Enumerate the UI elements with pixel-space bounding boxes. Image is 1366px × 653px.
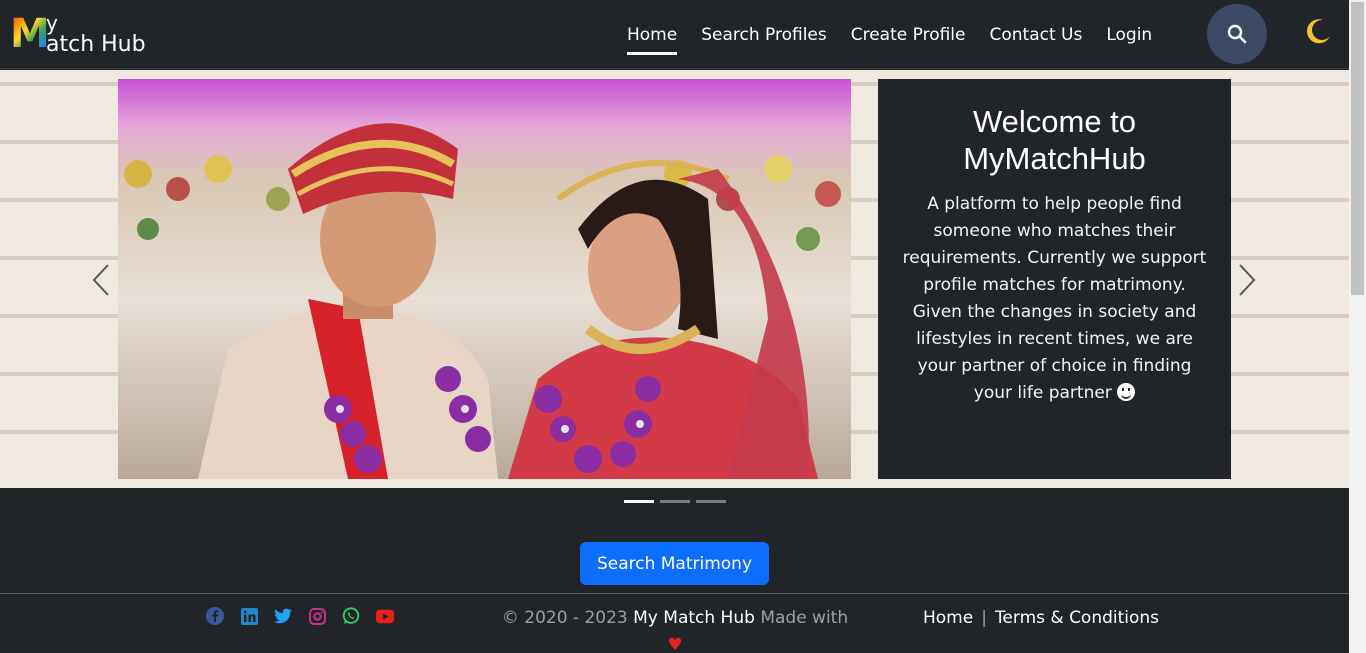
copyright-text: © 2020 - 2023 My Match Hub Made with ♥	[500, 605, 850, 653]
youtube-icon[interactable]	[376, 607, 394, 625]
heart-icon: ♥	[667, 635, 683, 653]
welcome-description: A platform to help people find someone w…	[900, 191, 1209, 407]
brand-logo-text: atch Hub	[46, 32, 146, 57]
chevron-left-icon	[92, 264, 109, 296]
search-matrimony-button[interactable]: Search Matrimony	[580, 542, 769, 585]
nav-create-profile[interactable]: Create Profile	[851, 21, 966, 49]
footer-link-separator: |	[981, 608, 987, 628]
copyright-years: © 2020 - 2023	[501, 608, 628, 628]
page-scrollbar-thumb[interactable]	[1351, 2, 1364, 295]
carousel-indicator-3[interactable]	[696, 500, 726, 503]
nav-login[interactable]: Login	[1106, 21, 1152, 49]
search-icon	[1227, 24, 1247, 44]
social-links	[206, 607, 394, 625]
carousel-indicator-2[interactable]	[660, 500, 690, 503]
welcome-title: Welcome to MyMatchHub	[963, 104, 1146, 176]
welcome-description-text: A platform to help people find someone w…	[902, 194, 1207, 403]
nav-home[interactable]: Home	[627, 21, 678, 55]
footer-link-home[interactable]: Home	[923, 605, 973, 632]
hero-wedding-image	[118, 79, 851, 479]
brand-logo-m: M	[10, 11, 50, 57]
instagram-icon[interactable]	[308, 607, 326, 625]
facebook-icon[interactable]	[206, 607, 224, 625]
twitter-icon[interactable]	[274, 607, 292, 625]
carousel-next-button[interactable]	[1232, 260, 1262, 300]
nav-contact-us[interactable]: Contact Us	[989, 21, 1082, 49]
brand-logo-y: y	[46, 11, 58, 35]
smiley-icon	[1117, 383, 1136, 401]
carousel-prev-button[interactable]	[86, 260, 116, 300]
carousel-indicators	[624, 500, 726, 503]
brand-logo[interactable]: M y atch Hub	[10, 12, 170, 58]
linkedin-icon[interactable]	[240, 607, 258, 625]
whatsapp-icon[interactable]	[342, 607, 360, 625]
nav-links: Home Search Profiles Create Profile Cont…	[627, 0, 1176, 69]
welcome-panel: Welcome to MyMatchHub A platform to help…	[878, 79, 1231, 479]
search-button[interactable]	[1207, 4, 1267, 64]
footer-links: Home | Terms & Conditions	[923, 605, 1159, 632]
carousel-indicator-1[interactable]	[624, 500, 654, 503]
footer-link-terms[interactable]: Terms & Conditions	[995, 605, 1159, 632]
chevron-right-icon	[1239, 264, 1256, 296]
footer: © 2020 - 2023 My Match Hub Made with ♥ H…	[0, 593, 1349, 653]
moon-icon[interactable]	[1303, 16, 1333, 54]
top-navbar: M y atch Hub Home Search Profiles Create…	[0, 0, 1349, 69]
footer-brand-name[interactable]: My Match Hub	[633, 608, 755, 628]
made-with-text: Made with	[760, 608, 849, 628]
hero-carousel: Welcome to MyMatchHub A platform to help…	[0, 70, 1349, 488]
nav-search-profiles[interactable]: Search Profiles	[701, 21, 827, 49]
